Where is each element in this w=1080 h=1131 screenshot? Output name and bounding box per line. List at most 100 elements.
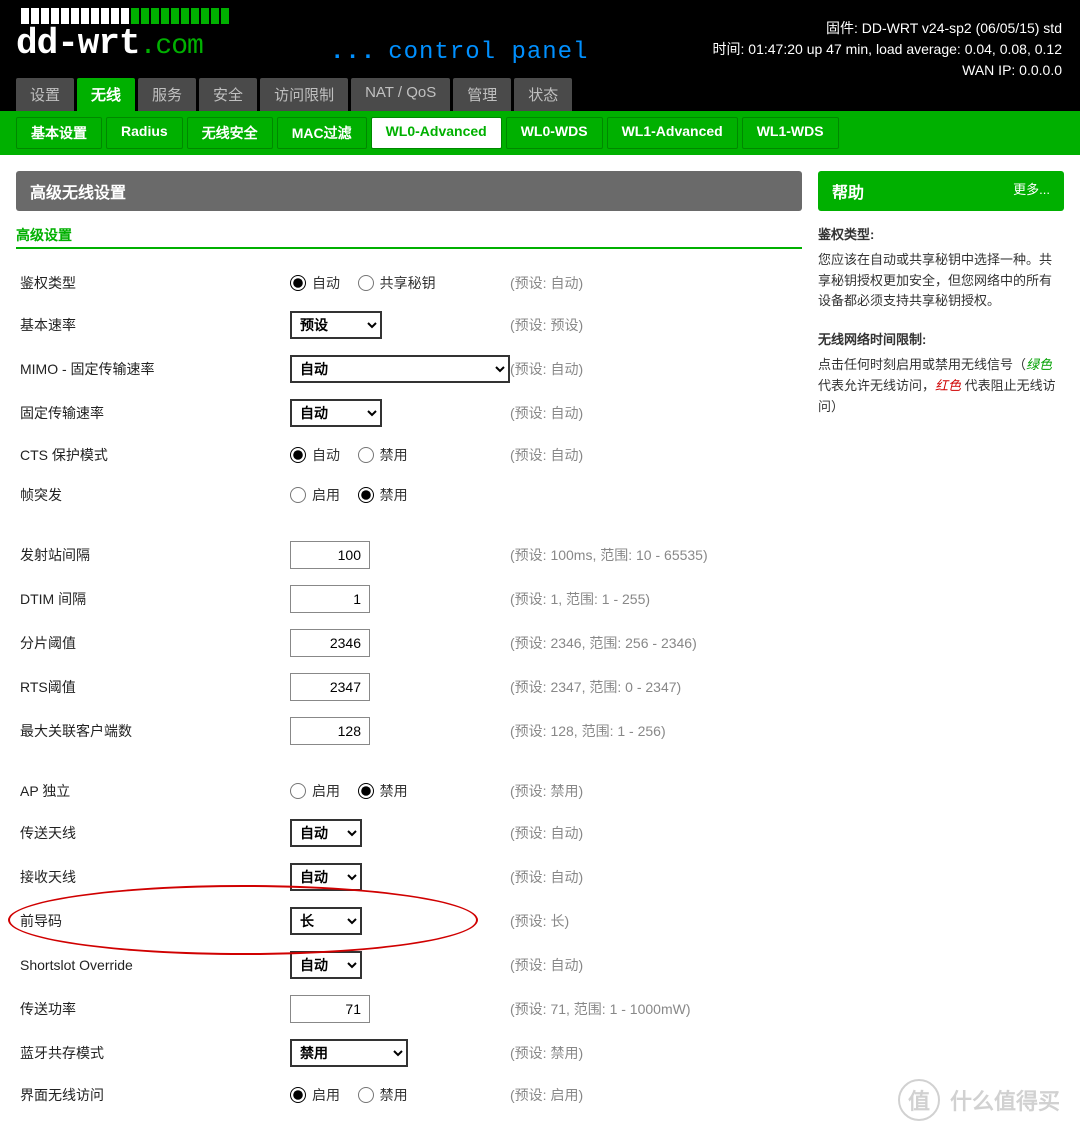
row-frag: 分片阈值 (预设: 2346, 范围: 256 - 2346): [16, 621, 802, 665]
radio-webgui-disable[interactable]: 禁用: [358, 1085, 408, 1105]
label-frag: 分片阈值: [20, 633, 290, 653]
row-rts: RTS阈值 (预设: 2347, 范围: 0 - 2347): [16, 665, 802, 709]
header: dd-wrt.com ...control panel 固件: DD-WRT v…: [0, 0, 1080, 78]
label-cts: CTS 保护模式: [20, 445, 290, 465]
hint-txant: (预设: 自动): [510, 823, 583, 843]
subnav-wl0wds[interactable]: WL0-WDS: [506, 117, 603, 149]
main-nav: 设置 无线 服务 安全 访问限制 NAT / QoS 管理 状态: [0, 78, 1080, 111]
help-time: 无线网络时间限制: 点击任何时刻启用或禁用无线信号（绿色 代表允许无线访问，红色…: [818, 330, 1064, 417]
row-rxant: 接收天线 自动 (预设: 自动): [16, 855, 802, 899]
label-shortslot: Shortslot Override: [20, 957, 290, 973]
help-title: 帮助 更多...: [818, 171, 1064, 211]
radio-apisolate-enable[interactable]: 启用: [290, 781, 340, 801]
hint-rts: (预设: 2347, 范围: 0 - 2347): [510, 677, 681, 697]
radio-cts-disable[interactable]: 禁用: [358, 445, 408, 465]
row-fixrate: 固定传输速率 自动 (预设: 自动): [16, 391, 802, 435]
label-txant: 传送天线: [20, 823, 290, 843]
subnav-mac[interactable]: MAC过滤: [277, 117, 367, 149]
section-label: 高级设置: [16, 225, 802, 249]
hint-shortslot: (预设: 自动): [510, 955, 583, 975]
row-txpower: 传送功率 (预设: 71, 范围: 1 - 1000mW): [16, 987, 802, 1031]
firmware-text: 固件: DD-WRT v24-sp2 (06/05/15) std: [713, 18, 1062, 39]
time-text: 时间: 01:47:20 up 47 min, load average: 0.…: [713, 39, 1062, 60]
label-rts: RTS阈值: [20, 677, 290, 697]
subnav-wl0adv[interactable]: WL0-Advanced: [371, 117, 502, 149]
hint-maxassoc: (预设: 128, 范围: 1 - 256): [510, 721, 666, 741]
select-shortslot[interactable]: 自动: [290, 951, 362, 979]
hint-auth: (预设: 自动): [510, 273, 583, 293]
nav-status[interactable]: 状态: [514, 78, 572, 111]
control-panel-label: ...control panel: [330, 39, 588, 66]
nav-natqos[interactable]: NAT / QoS: [351, 78, 450, 111]
label-preamble: 前导码: [20, 911, 290, 931]
input-txpower[interactable]: [290, 995, 370, 1023]
input-beacon[interactable]: [290, 541, 370, 569]
hint-dtim: (预设: 1, 范围: 1 - 255): [510, 589, 650, 609]
radio-burst-disable[interactable]: 禁用: [358, 485, 408, 505]
help-p1: 您应该在自动或共享秘钥中选择一种。共享秘钥授权更加安全，但您网络中的所有设备都必…: [818, 252, 1052, 309]
row-dtim: DTIM 间隔 (预设: 1, 范围: 1 - 255): [16, 577, 802, 621]
radio-auth-shared[interactable]: 共享秘钥: [358, 273, 436, 293]
row-auth: 鉴权类型 自动 共享秘钥 (预设: 自动): [16, 263, 802, 303]
select-rxant[interactable]: 自动: [290, 863, 362, 891]
subnav-wl1adv[interactable]: WL1-Advanced: [607, 117, 738, 149]
radio-burst-enable[interactable]: 启用: [290, 485, 340, 505]
input-maxassoc[interactable]: [290, 717, 370, 745]
input-dtim[interactable]: [290, 585, 370, 613]
help-h1: 鉴权类型:: [818, 225, 1064, 246]
nav-security[interactable]: 安全: [199, 78, 257, 111]
hint-fixrate: (预设: 自动): [510, 403, 583, 423]
input-frag[interactable]: [290, 629, 370, 657]
subnav-wl1wds[interactable]: WL1-WDS: [742, 117, 839, 149]
radio-cts-auto[interactable]: 自动: [290, 445, 340, 465]
radio-webgui-enable[interactable]: 启用: [290, 1085, 340, 1105]
hint-btcoex: (预设: 禁用): [510, 1043, 583, 1063]
row-apisolate: AP 独立 启用 禁用 (预设: 禁用): [16, 771, 802, 811]
select-preamble[interactable]: 长: [290, 907, 362, 935]
row-maxassoc: 最大关联客户端数 (预设: 128, 范围: 1 - 256): [16, 709, 802, 753]
select-mimo[interactable]: 自动: [290, 355, 510, 383]
select-baserate[interactable]: 预设: [290, 311, 382, 339]
hint-preamble: (预设: 长): [510, 911, 569, 931]
label-txpower: 传送功率: [20, 999, 290, 1019]
label-burst: 帧突发: [20, 485, 290, 505]
panel-title: 高级无线设置: [16, 171, 802, 211]
nav-access[interactable]: 访问限制: [260, 78, 348, 111]
radio-auth-auto[interactable]: 自动: [290, 273, 340, 293]
row-preamble: 前导码 长 (预设: 长): [16, 899, 802, 943]
label-btcoex: 蓝牙共存模式: [20, 1043, 290, 1063]
hint-rxant: (预设: 自动): [510, 867, 583, 887]
row-txant: 传送天线 自动 (预设: 自动): [16, 811, 802, 855]
select-fixrate[interactable]: 自动: [290, 399, 382, 427]
select-btcoex[interactable]: 禁用: [290, 1039, 408, 1067]
hint-txpower: (预设: 71, 范围: 1 - 1000mW): [510, 999, 690, 1019]
hint-webgui: (预设: 启用): [510, 1085, 583, 1105]
row-webgui: 界面无线访问 启用 禁用 (预设: 启用): [16, 1075, 802, 1115]
radio-apisolate-disable[interactable]: 禁用: [358, 781, 408, 801]
nav-admin[interactable]: 管理: [453, 78, 511, 111]
label-rxant: 接收天线: [20, 867, 290, 887]
hint-beacon: (预设: 100ms, 范围: 10 - 65535): [510, 545, 708, 565]
subnav-wlsec[interactable]: 无线安全: [187, 117, 273, 149]
subnav-basic[interactable]: 基本设置: [16, 117, 102, 149]
status-block: 固件: DD-WRT v24-sp2 (06/05/15) std 时间: 01…: [713, 18, 1062, 81]
select-txant[interactable]: 自动: [290, 819, 362, 847]
label-beacon: 发射站间隔: [20, 545, 290, 565]
row-mimo: MIMO - 固定传输速率 自动 (预设: 自动): [16, 347, 802, 391]
nav-setup[interactable]: 设置: [16, 78, 74, 111]
label-apisolate: AP 独立: [20, 781, 290, 801]
input-rts[interactable]: [290, 673, 370, 701]
label-fixrate: 固定传输速率: [20, 403, 290, 423]
help-h2: 无线网络时间限制:: [818, 330, 1064, 351]
help-more-link[interactable]: 更多...: [1013, 179, 1050, 203]
sub-nav: 基本设置 Radius 无线安全 MAC过滤 WL0-Advanced WL0-…: [0, 111, 1080, 155]
nav-services[interactable]: 服务: [138, 78, 196, 111]
label-auth: 鉴权类型: [20, 273, 290, 293]
row-burst: 帧突发 启用 禁用: [16, 475, 802, 515]
row-btcoex: 蓝牙共存模式 禁用 (预设: 禁用): [16, 1031, 802, 1075]
label-baserate: 基本速率: [20, 315, 290, 335]
nav-wireless[interactable]: 无线: [77, 78, 135, 111]
subnav-radius[interactable]: Radius: [106, 117, 183, 149]
help-auth: 鉴权类型: 您应该在自动或共享秘钥中选择一种。共享秘钥授权更加安全，但您网络中的…: [818, 225, 1064, 312]
hint-apisolate: (预设: 禁用): [510, 781, 583, 801]
